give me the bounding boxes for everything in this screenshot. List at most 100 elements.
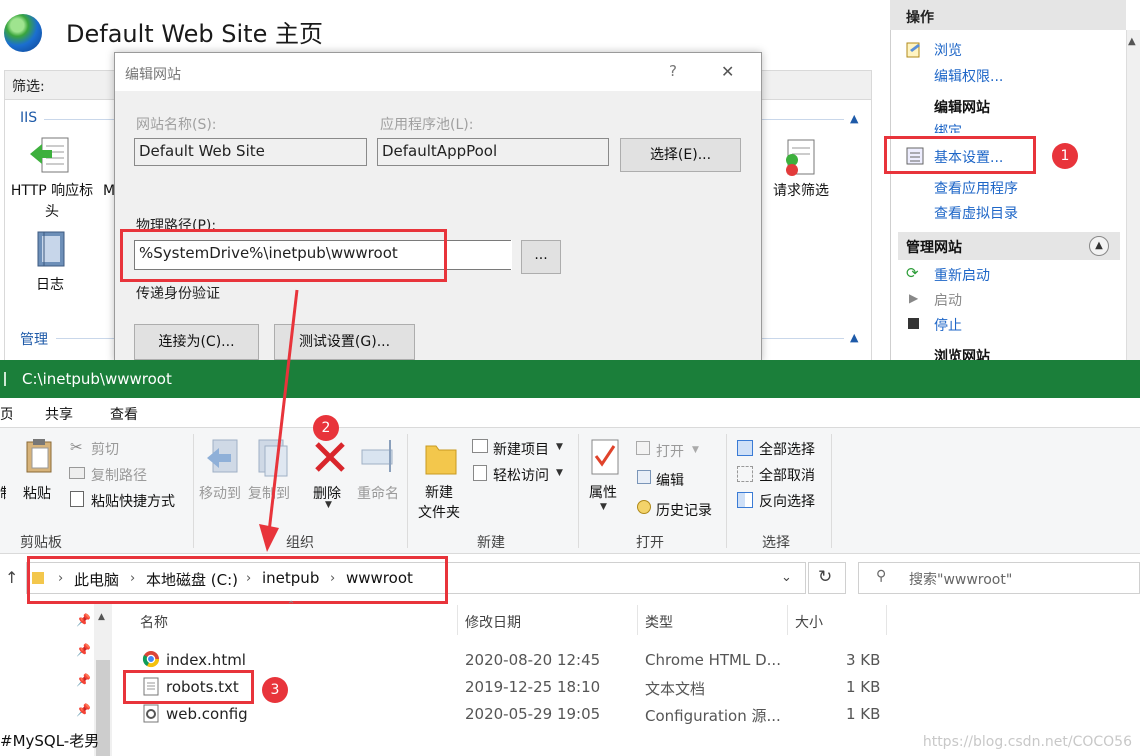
chevron-up-icon[interactable]: ▲ xyxy=(850,331,860,344)
table-row[interactable]: web.config 2020-05-29 19:05 Configuratio… xyxy=(130,701,890,727)
column-divider[interactable] xyxy=(787,605,788,635)
tab-view[interactable]: 查看 xyxy=(110,404,138,424)
http-headers-icon[interactable] xyxy=(28,136,72,176)
column-header-date[interactable]: 修改日期 xyxy=(465,612,521,632)
filter-label[interactable]: 筛选: xyxy=(12,76,45,96)
file-name[interactable]: index.html xyxy=(166,651,246,669)
connect-as-button[interactable]: 连接为(C)... xyxy=(134,324,259,360)
new-item-button[interactable]: 新建项目 xyxy=(493,439,549,459)
column-divider[interactable] xyxy=(886,605,887,635)
iis-manager-window: Default Web Site 主页 筛选: IIS ▲ HTTP 响应标 头… xyxy=(0,0,1140,360)
pin-icon[interactable]: 📌 xyxy=(76,673,91,687)
pin-icon[interactable]: 📌 xyxy=(76,613,91,627)
action-view-applications[interactable]: 查看应用程序 xyxy=(934,178,1018,198)
tab-home[interactable]: 页 xyxy=(0,404,12,424)
ribbon-separator xyxy=(407,434,408,548)
action-view-virtual-directories[interactable]: 查看虚拟目录 xyxy=(934,203,1018,223)
browse-path-button[interactable]: ... xyxy=(521,240,561,274)
group-header-manage[interactable]: 管理 xyxy=(20,329,48,349)
group-header-iis[interactable]: IIS xyxy=(20,110,37,126)
select-none-button[interactable]: 全部取消 xyxy=(759,465,815,485)
stop-icon xyxy=(908,318,919,329)
chevron-down-icon[interactable]: ▼ xyxy=(556,442,563,452)
ribbon-tabs xyxy=(0,398,1140,428)
restart-icon: ⟳ xyxy=(906,264,919,282)
actions-scrollbar[interactable] xyxy=(1126,30,1140,360)
paste-shortcut-button[interactable]: 粘贴快捷方式 xyxy=(91,491,175,511)
new-folder-label-1[interactable]: 新建 xyxy=(425,482,453,502)
edit-button[interactable]: 编辑 xyxy=(656,470,684,490)
column-header-name[interactable]: 名称 xyxy=(140,612,168,632)
chevron-down-icon[interactable]: ▼ xyxy=(600,502,607,512)
close-icon[interactable]: ✕ xyxy=(721,62,734,81)
chevron-down-icon[interactable]: ⌄ xyxy=(781,570,792,585)
column-header-type[interactable]: 类型 xyxy=(645,612,673,632)
file-type: Configuration 源... xyxy=(645,707,781,725)
tab-share[interactable]: 共享 xyxy=(45,404,73,424)
paste-button[interactable]: 粘贴 xyxy=(23,483,51,503)
chevron-down-icon[interactable]: ▼ xyxy=(556,468,563,478)
paste-shortcut-icon xyxy=(70,491,84,507)
pin-icon[interactable]: 📌 xyxy=(76,703,91,717)
cut-button[interactable]: 剪切 xyxy=(91,439,119,459)
feature-logging-label: 日志 xyxy=(36,277,64,293)
select-all-icon xyxy=(737,440,753,456)
file-name[interactable]: web.config xyxy=(166,705,248,723)
help-button[interactable]: ? xyxy=(669,62,677,80)
action-edit-permissions[interactable]: 编辑权限... xyxy=(934,66,1003,86)
rename-button[interactable]: 重命名 xyxy=(357,483,399,503)
action-stop[interactable]: 停止 xyxy=(934,315,962,335)
clipboard-group-label: 剪贴板 xyxy=(20,535,62,551)
annotation-box-path xyxy=(120,229,447,282)
ribbon-separator xyxy=(831,434,832,548)
file-date: 2020-05-29 19:05 xyxy=(465,705,601,723)
file-date: 2019-12-25 18:10 xyxy=(465,678,601,696)
pass-through-auth-label: 传递身份验证 xyxy=(136,286,220,302)
move-to-icon[interactable] xyxy=(205,438,241,478)
feature-http-headers-label-1: HTTP 响应标 xyxy=(10,183,94,199)
collapse-up-icon[interactable]: ▲ xyxy=(1089,236,1109,256)
history-icon xyxy=(637,500,651,514)
scroll-up-icon[interactable]: ▲ xyxy=(1128,36,1136,47)
properties-button[interactable]: 属性 xyxy=(589,482,617,502)
edit-icon xyxy=(637,470,651,484)
invert-selection-button[interactable]: 反向选择 xyxy=(759,491,815,511)
app-pool-field[interactable]: DefaultAppPool xyxy=(377,138,609,166)
select-group-label: 选择 xyxy=(762,535,790,551)
copy-path-button[interactable]: 复制路径 xyxy=(91,465,147,485)
pin-icon[interactable]: 📌 xyxy=(76,643,91,657)
request-filtering-icon[interactable] xyxy=(780,138,822,178)
annotation-box-1 xyxy=(884,136,1036,174)
easy-access-button[interactable]: 轻松访问 xyxy=(493,465,549,485)
sidebar-partial-text: #MySQL-老男 xyxy=(0,732,100,750)
site-name-field[interactable]: Default Web Site xyxy=(134,138,367,166)
select-app-pool-button[interactable]: 选择(E)... xyxy=(620,138,741,172)
new-folder-label-2[interactable]: 文件夹 xyxy=(418,502,460,522)
up-arrow-icon[interactable]: ↑ xyxy=(5,568,18,587)
select-all-button[interactable]: 全部选择 xyxy=(759,439,815,459)
new-folder-icon[interactable] xyxy=(424,438,458,476)
copy-partial-label[interactable]: 制 xyxy=(0,483,6,503)
properties-icon[interactable] xyxy=(590,438,622,476)
open-button[interactable]: 打开 xyxy=(656,441,684,461)
history-button[interactable]: 历史记录 xyxy=(656,500,712,520)
delete-icon[interactable] xyxy=(313,440,347,474)
annotation-badge-2: 2 xyxy=(313,415,339,441)
logging-icon[interactable] xyxy=(34,230,68,270)
chevron-up-icon[interactable]: ▲ xyxy=(850,112,860,125)
explorer-title: C:\inetpub\wwwroot xyxy=(22,370,172,388)
rename-icon[interactable] xyxy=(360,438,400,474)
feature-http-headers-label-2: 头 xyxy=(45,204,59,220)
column-divider[interactable] xyxy=(637,605,638,635)
paste-icon[interactable] xyxy=(24,438,56,474)
scroll-up-icon[interactable]: ▲ xyxy=(98,612,105,622)
column-header-size[interactable]: 大小 xyxy=(795,612,823,632)
chevron-down-icon[interactable]: ▼ xyxy=(692,445,699,455)
action-restart[interactable]: 重新启动 xyxy=(934,265,990,285)
copy-path-icon xyxy=(69,467,85,479)
chevron-down-icon[interactable]: ▼ xyxy=(325,500,332,510)
column-divider[interactable] xyxy=(457,605,458,635)
move-to-button[interactable]: 移动到 xyxy=(199,483,241,503)
action-browse[interactable]: 浏览 xyxy=(934,40,962,60)
sort-chevron-icon[interactable]: ⌃ xyxy=(287,600,295,611)
